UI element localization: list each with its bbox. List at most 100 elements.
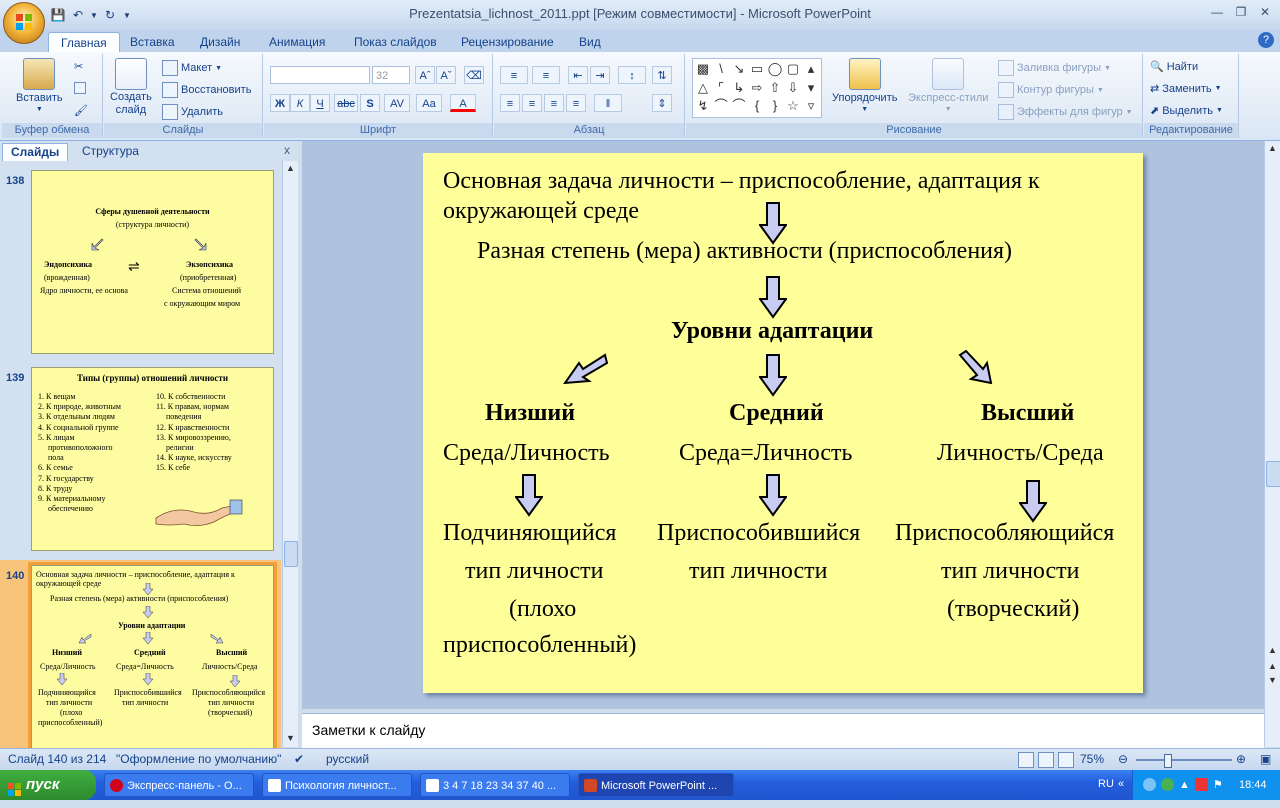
- type-low-3[interactable]: (плохо: [509, 595, 576, 623]
- level-mid-title[interactable]: Средний: [729, 399, 824, 427]
- task-word-2[interactable]: 3 4 7 18 23 34 37 40 ...: [420, 773, 570, 797]
- theme-name[interactable]: "Оформление по умолчанию": [116, 752, 281, 766]
- gallery-more-icon[interactable]: ▿: [803, 98, 819, 114]
- increase-indent-icon[interactable]: ⇥: [590, 66, 610, 84]
- layout-button[interactable]: Макет ▼: [162, 60, 222, 76]
- level-high-title[interactable]: Высший: [981, 399, 1074, 427]
- strikethrough-button[interactable]: abc: [334, 94, 358, 112]
- tray-expand-icon[interactable]: «: [1118, 778, 1124, 790]
- italic-button[interactable]: К: [290, 94, 310, 112]
- language-indicator[interactable]: русский: [326, 752, 369, 766]
- columns-icon[interactable]: ‖: [594, 94, 622, 112]
- notes-pane[interactable]: Заметки к слайду: [302, 713, 1264, 748]
- tray-app-icon[interactable]: [1143, 778, 1156, 791]
- slideshow-icon[interactable]: [1058, 752, 1074, 768]
- copy-icon[interactable]: [74, 82, 86, 94]
- slide-text-line2[interactable]: окружающей среде: [443, 197, 639, 225]
- slide-thumbnail-140[interactable]: Основная задача личности – приспособлени…: [28, 562, 277, 752]
- tab-slideshow[interactable]: Показ слайдов: [342, 32, 449, 52]
- align-center-icon[interactable]: ≡: [522, 94, 542, 112]
- triangle-shape-icon[interactable]: △: [695, 80, 711, 96]
- slide-canvas[interactable]: Основная задача личности – приспособлени…: [423, 153, 1143, 693]
- delete-slide-button[interactable]: Удалить: [162, 104, 223, 120]
- type-low-4[interactable]: приспособленный): [443, 631, 636, 659]
- format-painter-icon[interactable]: 🖌: [74, 104, 88, 117]
- tab-animation[interactable]: Анимация: [257, 32, 337, 52]
- brace-shape-icon[interactable]: {: [749, 98, 765, 114]
- justify-icon[interactable]: ≡: [566, 94, 586, 112]
- select-button[interactable]: ⬈ Выделить ▼: [1150, 104, 1223, 118]
- scroll-up-icon[interactable]: ▲: [1268, 645, 1277, 655]
- prev-slide-icon[interactable]: ▲: [1268, 661, 1277, 671]
- freeform-shape-icon[interactable]: ↯: [695, 98, 711, 114]
- scroll-thumb[interactable]: [1266, 461, 1280, 487]
- replace-button[interactable]: ⇄ Заменить ▼: [1150, 82, 1222, 96]
- type-mid-2[interactable]: тип личности: [689, 557, 828, 585]
- align-text-icon[interactable]: ⇕: [652, 94, 672, 112]
- type-high-3[interactable]: (творческий): [947, 595, 1079, 623]
- right-arrow-shape-icon[interactable]: ⇨: [749, 80, 765, 96]
- align-right-icon[interactable]: ≡: [544, 94, 564, 112]
- line-shape-icon[interactable]: \: [713, 61, 729, 77]
- close-icon[interactable]: ✕: [1254, 3, 1276, 21]
- type-low-2[interactable]: тип личности: [465, 557, 604, 585]
- star-shape-icon[interactable]: ☆: [785, 98, 801, 114]
- help-icon[interactable]: ?: [1258, 32, 1274, 48]
- new-slide-button[interactable]: Создать слайд: [110, 58, 152, 116]
- task-powerpoint[interactable]: Microsoft PowerPoint ...: [578, 773, 734, 797]
- zoom-slider-thumb[interactable]: [1164, 754, 1172, 768]
- slide-text-line3[interactable]: Разная степень (мера) активности (приспо…: [477, 237, 1012, 265]
- scroll-thumb[interactable]: [284, 541, 298, 567]
- rounded-rect-shape-icon[interactable]: ▢: [785, 61, 801, 77]
- zoom-in-icon[interactable]: ⊕: [1236, 752, 1246, 766]
- scroll-down-icon[interactable]: ▼: [286, 733, 295, 743]
- arrow-line-shape-icon[interactable]: ↘: [731, 61, 747, 77]
- slide-thumbnail-139[interactable]: Типы (группы) отношений личности 1. К ве…: [31, 367, 274, 551]
- gallery-up-icon[interactable]: ▴: [803, 61, 819, 77]
- zoom-out-icon[interactable]: ⊖: [1118, 752, 1128, 766]
- shapes-gallery[interactable]: ▩ \ ↘ ▭ ◯ ▢ ▴ △ ⌜ ↳ ⇨ ⇧ ⇩ ▾ ↯ ⌒ ⌒ { } ☆ …: [692, 58, 822, 118]
- align-left-icon[interactable]: ≡: [500, 94, 520, 112]
- next-slide-icon[interactable]: ▼: [1268, 675, 1277, 685]
- line-spacing-icon[interactable]: ↕: [618, 66, 646, 84]
- restore-icon[interactable]: ❐: [1230, 3, 1252, 21]
- shape-outline-button[interactable]: Контур фигуры ▼: [998, 82, 1104, 98]
- network-icon[interactable]: ▲: [1179, 770, 1190, 800]
- tab-slides[interactable]: Слайды: [2, 143, 69, 161]
- down-arrow-shape-icon[interactable]: ⇩: [785, 80, 801, 96]
- underline-button[interactable]: Ч: [310, 94, 330, 112]
- zoom-level[interactable]: 75%: [1080, 752, 1104, 766]
- tab-review[interactable]: Рецензирование: [449, 32, 566, 52]
- brace-right-shape-icon[interactable]: }: [767, 98, 783, 114]
- gallery-down-icon[interactable]: ▾: [803, 80, 819, 96]
- find-button[interactable]: 🔍 Найти: [1150, 60, 1198, 74]
- slide-scrollbar[interactable]: ▲ ▲ ▲ ▼: [1264, 141, 1280, 747]
- bullets-icon[interactable]: ≡: [500, 66, 528, 84]
- change-case-button[interactable]: Aa: [416, 94, 442, 112]
- relation-mid[interactable]: Среда=Личность: [679, 439, 852, 467]
- clear-format-icon[interactable]: ⌫: [464, 66, 484, 84]
- start-button[interactable]: пуск: [0, 770, 96, 800]
- type-low-1[interactable]: Подчиняющийся: [443, 519, 616, 547]
- slide-thumbnail-138[interactable]: Сферы душевной деятельности (структура л…: [31, 170, 274, 354]
- task-opera[interactable]: Экспресс-панель - О...: [104, 773, 254, 797]
- shadow-button[interactable]: S: [360, 94, 380, 112]
- relation-high[interactable]: Личность/Среда: [937, 439, 1104, 467]
- elbow-shape-icon[interactable]: ⌜: [713, 80, 729, 96]
- slide-sorter-icon[interactable]: [1038, 752, 1054, 768]
- office-button[interactable]: [3, 2, 45, 44]
- tab-design[interactable]: Дизайн: [188, 32, 252, 52]
- bold-button[interactable]: Ж: [270, 94, 290, 112]
- shape-fill-button[interactable]: Заливка фигуры ▼: [998, 60, 1111, 76]
- normal-view-icon[interactable]: [1018, 752, 1034, 768]
- font-name-combo[interactable]: [270, 66, 370, 84]
- shape-effects-button[interactable]: Эффекты для фигур ▼: [998, 104, 1133, 120]
- arc-shape-icon[interactable]: ⌒: [731, 98, 747, 114]
- level-low-title[interactable]: Низший: [485, 399, 575, 427]
- connector-shape-icon[interactable]: ↳: [731, 80, 747, 96]
- fit-window-icon[interactable]: ▣: [1260, 752, 1271, 766]
- task-word-1[interactable]: Психология личност...: [262, 773, 412, 797]
- tray-app-icon[interactable]: [1161, 778, 1174, 791]
- type-high-2[interactable]: тип личности: [941, 557, 1080, 585]
- up-arrow-shape-icon[interactable]: ⇧: [767, 80, 783, 96]
